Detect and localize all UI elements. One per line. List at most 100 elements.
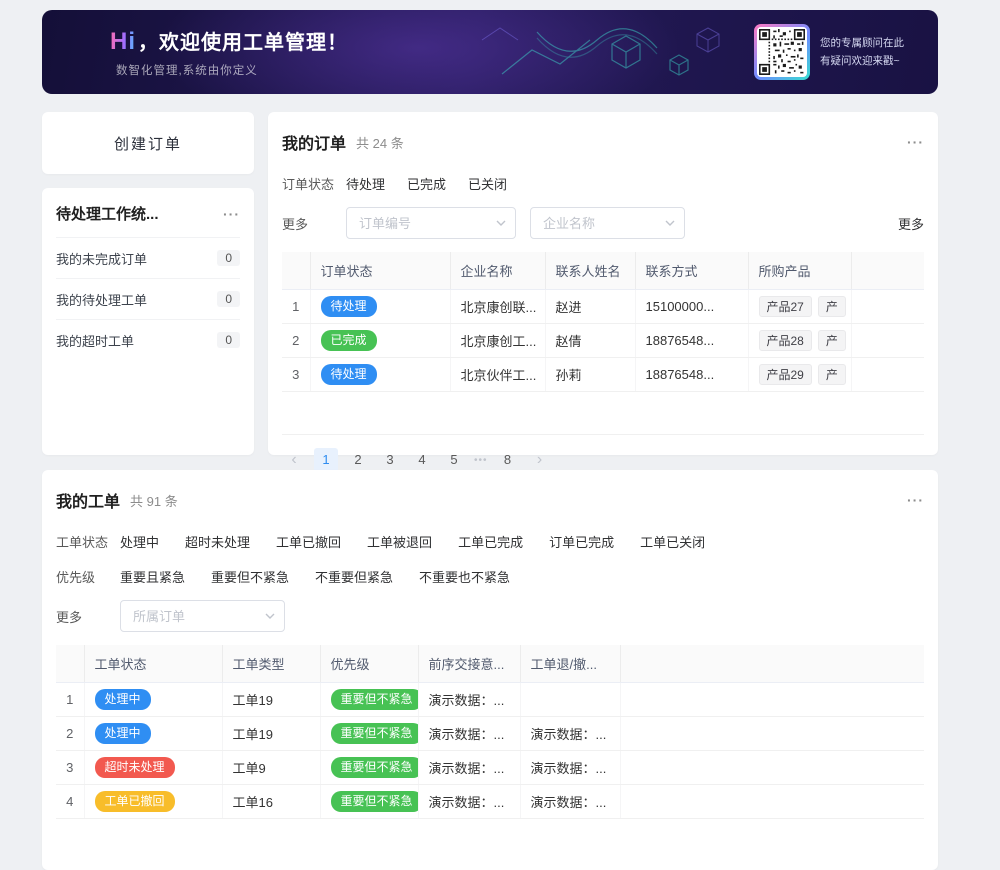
column-header-workorder-type: 工单类型 <box>222 645 320 683</box>
table-row[interactable]: 3 待处理 北京伙伴工... 孙莉 18876548... 产品29产 <box>282 358 924 392</box>
table-row[interactable]: 1 处理中 工单19 重要但不紧急 演示数据：... <box>56 683 924 717</box>
stat-item-unfinished-orders[interactable]: 我的未完成订单 0 <box>56 237 240 278</box>
pagination: ‹ 1 2 3 4 5 ••• 8 › <box>282 448 924 472</box>
column-header-pre-handover: 前序交接意... <box>418 645 520 683</box>
return-info-cell: 演示数据：... <box>520 751 620 785</box>
parent-order-select-input[interactable] <box>120 600 285 632</box>
workorder-type-cell: 工单19 <box>222 717 320 751</box>
pre-handover-cell: 演示数据：... <box>418 785 520 819</box>
order-id-select[interactable] <box>346 207 516 239</box>
chevron-down-icon <box>665 220 675 226</box>
more-filters-label: 更多 <box>282 214 346 233</box>
table-row[interactable]: 2 处理中 工单19 重要但不紧急 演示数据：... 演示数据：... <box>56 717 924 751</box>
pending-work-stats-card: 待处理工作统... ··· 我的未完成订单 0 我的待处理工单 0 我的超时工单… <box>42 188 254 455</box>
pagination-page-2[interactable]: 2 <box>346 448 370 472</box>
company-cell: 北京伙伴工... <box>450 358 545 392</box>
stat-label: 我的待处理工单 <box>56 290 147 309</box>
more-menu-icon[interactable]: ··· <box>907 134 924 150</box>
workorder-type-cell: 工单19 <box>222 683 320 717</box>
company-name-select-input[interactable] <box>530 207 685 239</box>
column-header-workorder-status: 工单状态 <box>84 645 222 683</box>
status-badge: 超时未处理 <box>95 757 175 778</box>
column-header-index <box>282 252 310 290</box>
filter-option-processing[interactable]: 处理中 <box>120 532 159 551</box>
pagination-page-3[interactable]: 3 <box>378 448 402 472</box>
products-cell: 产品28 产 <box>748 324 851 358</box>
contact-name-cell: 赵进 <box>545 290 635 324</box>
row-index: 1 <box>282 290 310 324</box>
company-name-select[interactable] <box>530 207 685 239</box>
pagination-page-4[interactable]: 4 <box>410 448 434 472</box>
pagination-page-1[interactable]: 1 <box>314 448 338 472</box>
stats-card-title: 待处理工作统... <box>56 203 159 224</box>
contact-phone-cell: 18876548... <box>635 324 748 358</box>
stat-count-badge: 0 <box>217 291 240 307</box>
table-row[interactable]: 4 工单已撤回 工单16 重要但不紧急 演示数据：... 演示数据：... <box>56 785 924 819</box>
workorder-type-cell: 工单9 <box>222 751 320 785</box>
status-badge: 工单已撤回 <box>95 791 175 812</box>
priority-badge: 重要但不紧急 <box>331 757 419 778</box>
pagination-ellipsis[interactable]: ••• <box>474 455 488 466</box>
filter-option-returned[interactable]: 工单被退回 <box>367 532 432 551</box>
stat-item-overtime-workorders[interactable]: 我的超时工单 0 <box>56 319 240 360</box>
more-menu-icon[interactable]: ··· <box>907 492 924 508</box>
filter-option-overtime[interactable]: 超时未处理 <box>185 532 250 551</box>
pagination-page-8[interactable]: 8 <box>496 448 520 472</box>
column-header-filler <box>620 645 924 683</box>
chevron-down-icon <box>265 613 275 619</box>
row-index: 4 <box>56 785 84 819</box>
workorder-status-filter-label: 工单状态 <box>56 532 120 551</box>
pagination-next-button[interactable]: › <box>528 448 552 472</box>
product-tag: 产 <box>818 364 846 385</box>
pre-handover-cell: 演示数据：... <box>418 683 520 717</box>
table-row[interactable]: 1 待处理 北京康创联... 赵进 15100000... 产品27产 <box>282 290 924 324</box>
priority-badge: 重要但不紧急 <box>331 791 419 812</box>
filter-option-important-urgent[interactable]: 重要且紧急 <box>120 567 185 586</box>
pagination-prev-button[interactable]: ‹ <box>282 448 306 472</box>
pagination-page-5[interactable]: 5 <box>442 448 466 472</box>
filter-option-pending[interactable]: 待处理 <box>346 174 385 193</box>
chevron-down-icon <box>496 220 506 226</box>
table-empty-row <box>282 392 924 435</box>
order-status-filter-label: 订单状态 <box>282 174 346 193</box>
banner-decoration-graphic <box>442 10 782 94</box>
filter-option-wo-completed[interactable]: 工单已完成 <box>458 532 523 551</box>
product-tag: 产品28 <box>759 330 812 351</box>
return-info-cell: 演示数据：... <box>520 785 620 819</box>
filter-option-wo-closed[interactable]: 工单已关闭 <box>640 532 705 551</box>
priority-badge: 重要但不紧急 <box>331 689 419 710</box>
more-menu-icon[interactable]: ··· <box>223 206 240 222</box>
stat-item-pending-workorders[interactable]: 我的待处理工单 0 <box>56 278 240 319</box>
pre-handover-cell: 演示数据：... <box>418 717 520 751</box>
column-header-company: 企业名称 <box>450 252 545 290</box>
create-order-button[interactable]: 创建订单 <box>42 112 254 174</box>
banner-title: Hi，欢迎使用工单管理！ <box>110 26 348 56</box>
my-orders-card: 我的订单 共 24 条 ··· 订单状态 待处理 已完成 已关闭 更多 更多 订… <box>268 112 938 455</box>
product-tag: 产 <box>818 330 846 351</box>
more-filters-link[interactable]: 更多 <box>898 214 924 233</box>
banner-subtitle: 数智化管理,系统由你定义 <box>116 62 258 78</box>
filter-option-order-completed[interactable]: 订单已完成 <box>549 532 614 551</box>
filter-option-withdrawn[interactable]: 工单已撤回 <box>276 532 341 551</box>
filter-option-closed[interactable]: 已关闭 <box>468 174 507 193</box>
orders-table: 订单状态 企业名称 联系人姓名 联系方式 所购产品 1 待处理 北京康创联...… <box>282 252 924 435</box>
filter-option-not-important-urgent[interactable]: 不重要但紧急 <box>315 567 393 586</box>
banner-welcome-text: ，欢迎使用工单管理！ <box>138 32 348 54</box>
filter-option-important-not-urgent[interactable]: 重要但不紧急 <box>211 567 289 586</box>
orders-table-header-row: 订单状态 企业名称 联系人姓名 联系方式 所购产品 <box>282 252 924 290</box>
product-tag: 产品29 <box>759 364 812 385</box>
orders-card-title: 我的订单 <box>282 130 346 154</box>
table-row[interactable]: 3 超时未处理 工单9 重要但不紧急 演示数据：... 演示数据：... <box>56 751 924 785</box>
column-header-contact-phone: 联系方式 <box>635 252 748 290</box>
order-id-select-input[interactable] <box>346 207 516 239</box>
more-filters-label: 更多 <box>56 607 120 626</box>
filter-option-not-important-not-urgent[interactable]: 不重要也不紧急 <box>419 567 510 586</box>
table-row[interactable]: 2 已完成 北京康创工... 赵倩 18876548... 产品28产 <box>282 324 924 358</box>
workorders-table-header-row: 工单状态 工单类型 优先级 前序交接意... 工单退/撤... <box>56 645 924 683</box>
status-badge: 已完成 <box>321 330 377 351</box>
contact-phone-cell: 15100000... <box>635 290 748 324</box>
filter-option-completed[interactable]: 已完成 <box>407 174 446 193</box>
company-cell: 北京康创联... <box>450 290 545 324</box>
column-header-products: 所购产品 <box>748 252 851 290</box>
parent-order-select[interactable] <box>120 600 285 632</box>
